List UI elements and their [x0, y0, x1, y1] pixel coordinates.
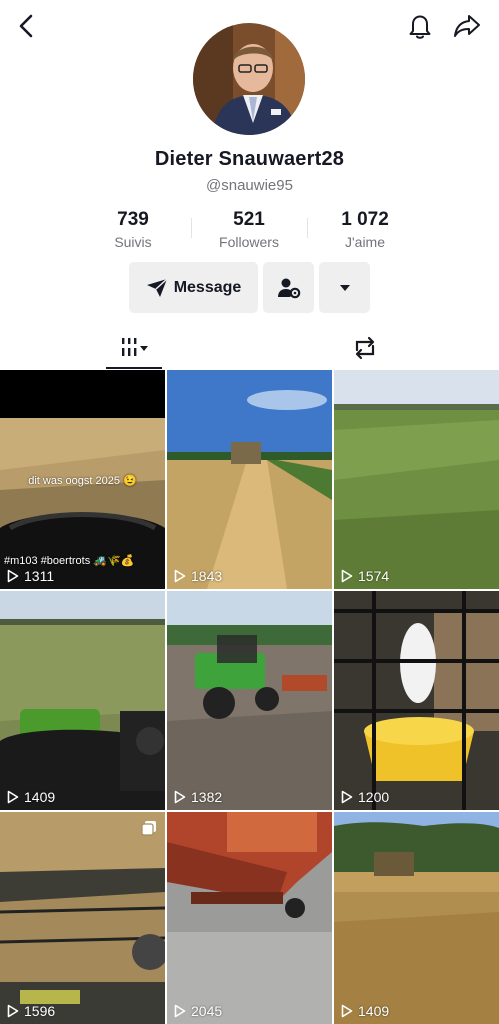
video-grid: dit was oogst 2025 😉 #m103 #boertrots 🚜🌾…	[0, 370, 499, 1024]
play-outline-icon	[7, 569, 19, 583]
notifications-button[interactable]	[404, 8, 436, 44]
active-tab-indicator	[106, 367, 162, 369]
stat-following[interactable]: 739 Suivis	[73, 208, 193, 251]
avatar[interactable]	[193, 23, 305, 135]
view-count-value: 1574	[358, 568, 390, 584]
play-outline-icon	[174, 790, 186, 804]
share-button[interactable]	[449, 8, 485, 44]
bell-icon	[409, 15, 431, 39]
stat-following-value: 739	[117, 209, 149, 230]
view-count: 2045	[174, 1003, 222, 1019]
view-count: 1382	[174, 789, 222, 805]
stat-following-label: Suivis	[114, 234, 152, 250]
play-outline-icon	[174, 569, 186, 583]
send-plane-icon	[146, 277, 168, 297]
caret-down-icon	[339, 284, 350, 291]
grid-bars-icon	[122, 338, 148, 356]
video-tags: #m103 #boertrots 🚜🌾💰	[4, 555, 135, 567]
video-thumbnail[interactable]: 1409	[0, 591, 165, 810]
stat-likes[interactable]: 1 072 J'aime	[305, 208, 425, 251]
profile-stats: 739 Suivis 521 Followers 1 072 J'aime	[0, 208, 499, 252]
stat-likes-value: 1 072	[341, 209, 389, 230]
stat-followers-label: Followers	[219, 234, 279, 250]
video-thumbnail[interactable]: 1200	[334, 591, 499, 810]
video-thumbnail[interactable]: 1596	[0, 812, 165, 1024]
stat-followers-value: 521	[233, 209, 265, 230]
view-count-value: 1596	[24, 1003, 56, 1019]
view-count-value: 1382	[191, 789, 223, 805]
view-count: 1843	[174, 568, 222, 584]
view-count-value: 1843	[191, 568, 223, 584]
view-count: 1409	[7, 789, 55, 805]
video-thumbnail[interactable]: 1382	[167, 591, 332, 810]
tab-videos[interactable]	[106, 326, 162, 370]
friend-settings-button[interactable]	[263, 262, 314, 313]
message-button[interactable]: Message	[129, 262, 258, 313]
video-caption: dit was oogst 2025 😉	[28, 475, 137, 487]
view-count-value: 1200	[358, 789, 390, 805]
tab-reposts[interactable]	[337, 326, 393, 370]
play-outline-icon	[341, 790, 353, 804]
view-count-value: 2045	[191, 1003, 223, 1019]
message-button-label: Message	[173, 278, 242, 296]
back-arrow-icon	[19, 14, 33, 38]
play-outline-icon	[341, 569, 353, 583]
play-outline-icon	[174, 1004, 186, 1018]
share-arrow-icon	[454, 15, 480, 37]
content-tabs	[0, 326, 499, 370]
play-outline-icon	[341, 1004, 353, 1018]
view-count-value: 1409	[358, 1003, 390, 1019]
username: @snauwie95	[206, 177, 293, 194]
view-count-value: 1311	[24, 568, 55, 584]
video-thumbnail[interactable]: 2045	[167, 812, 332, 1024]
video-thumbnail[interactable]: 1409	[334, 812, 499, 1024]
view-count: 1311	[7, 568, 54, 584]
display-name: Dieter Snauwaert28	[154, 148, 345, 170]
view-count: 1574	[341, 568, 389, 584]
video-thumbnail[interactable]: 1574	[334, 370, 499, 589]
repost-icon	[355, 336, 375, 360]
view-count: 1596	[7, 1003, 55, 1019]
view-count: 1200	[341, 789, 389, 805]
stat-followers[interactable]: 521 Followers	[189, 208, 309, 251]
stat-likes-label: J'aime	[344, 234, 386, 250]
multi-photo-icon	[141, 821, 156, 836]
video-thumbnail[interactable]: 1843	[167, 370, 332, 589]
play-outline-icon	[7, 790, 19, 804]
view-count: 1409	[341, 1003, 389, 1019]
profile-actions: Message	[0, 262, 499, 314]
more-options-button[interactable]	[319, 262, 370, 313]
view-count-value: 1409	[24, 789, 56, 805]
video-thumbnail[interactable]: dit was oogst 2025 😉 #m103 #boertrots 🚜🌾…	[0, 370, 165, 589]
back-button[interactable]	[10, 8, 42, 44]
play-outline-icon	[7, 1004, 19, 1018]
person-settings-icon	[277, 278, 300, 298]
